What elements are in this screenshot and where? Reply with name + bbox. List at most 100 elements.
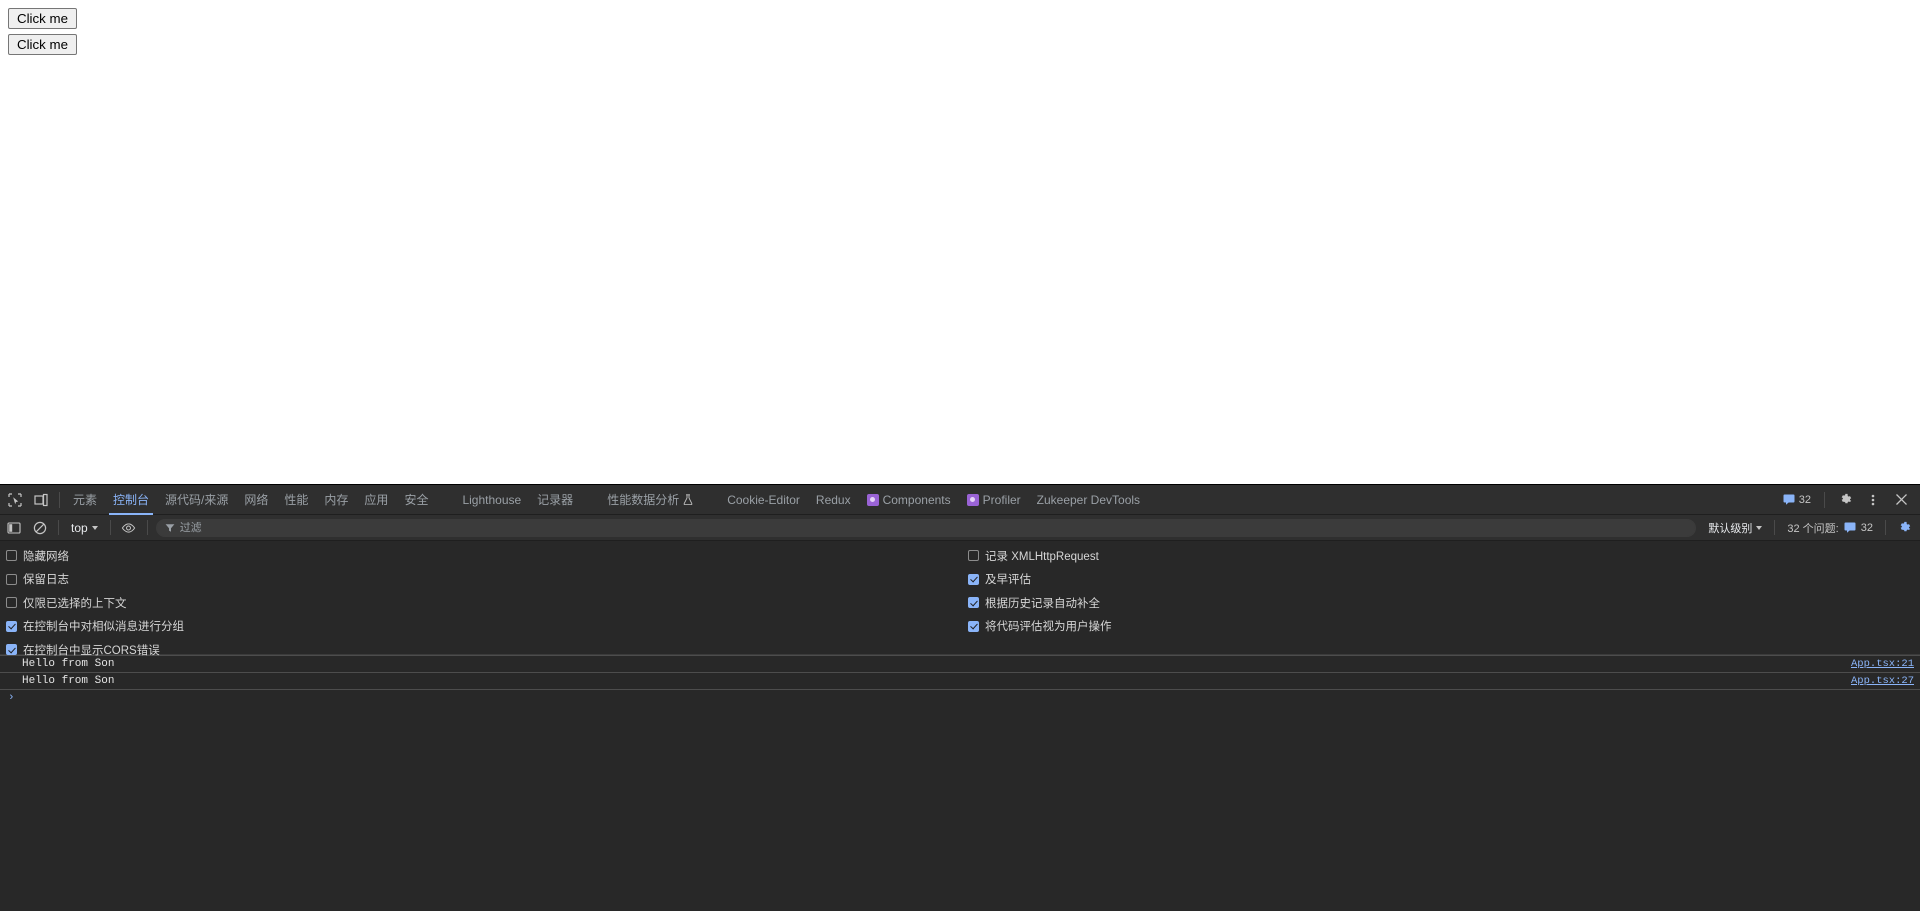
setting-hide-network[interactable]: 隐藏网络	[6, 544, 184, 568]
tabbar-right-controls: 32	[1777, 487, 1920, 513]
checkbox[interactable]	[968, 597, 979, 609]
tab-zukeeper-devtools[interactable]: Zukeeper DevTools	[1029, 485, 1148, 515]
devtools-panel: 元素 控制台 源代码/来源 网络 性能 内存 应用 安全 Lighthouse …	[0, 484, 1920, 911]
toolbar-divider-3	[146, 520, 148, 535]
tab-console[interactable]: 控制台	[105, 485, 157, 515]
more-options-icon[interactable]	[1860, 487, 1886, 513]
console-message-text: Hello from Son	[22, 675, 115, 687]
console-toolbar: top 默认级别 32 个问题:	[0, 515, 1920, 541]
message-icon	[1783, 494, 1795, 505]
tab-security[interactable]: 安全	[396, 485, 436, 515]
tab-redux[interactable]: Redux	[808, 485, 859, 515]
tab-lighthouse[interactable]: Lighthouse	[454, 485, 529, 515]
setting-selected-context-only[interactable]: 仅限已选择的上下文	[6, 591, 184, 615]
toolbar-divider-1	[58, 520, 59, 535]
settings-column-right: 记录 XMLHttpRequest 及早评估 根据历史记录自动补全 将代码评估视…	[968, 544, 1112, 638]
tabbar-right-divider	[1824, 491, 1825, 508]
tab-label: 元素	[73, 492, 98, 507]
tab-label: 记录器	[537, 492, 574, 507]
checkbox[interactable]	[6, 573, 17, 585]
tab-label: 应用	[364, 492, 389, 507]
tab-label: Profiler	[982, 492, 1021, 507]
checkbox[interactable]	[6, 550, 17, 562]
chevron-down-icon	[1756, 525, 1763, 530]
context-label: top	[71, 520, 88, 535]
tab-label: 安全	[404, 492, 429, 507]
setting-label: 将代码评估视为用户操作	[985, 621, 1112, 634]
extension-icon	[866, 493, 879, 506]
console-message-row[interactable]: Hello from Son App.tsx:27	[0, 672, 1920, 689]
log-level-label: 默认级别	[1708, 522, 1753, 535]
setting-show-cors-errors[interactable]: 在控制台中显示CORS错误	[6, 638, 184, 662]
tab-label: Cookie-Editor	[727, 492, 800, 507]
toolbar-divider-2	[109, 520, 111, 535]
checkbox[interactable]	[6, 620, 17, 632]
tab-cookie-editor[interactable]: Cookie-Editor	[719, 485, 808, 515]
tab-label: 内存	[324, 492, 349, 507]
toolbar-divider-5	[1885, 520, 1886, 535]
execution-context-selector[interactable]: top	[65, 518, 104, 538]
console-filter-input[interactable]	[179, 521, 1688, 534]
issues-count: 32	[1798, 493, 1811, 506]
devtools-tabbar: 元素 控制台 源代码/来源 网络 性能 内存 应用 安全 Lighthouse …	[0, 485, 1920, 515]
setting-label: 根据历史记录自动补全	[985, 597, 1100, 610]
setting-eager-evaluation[interactable]: 及早评估	[968, 568, 1112, 592]
tab-performance[interactable]: 性能	[276, 485, 316, 515]
console-filter-box[interactable]	[155, 518, 1697, 537]
click-me-button-1[interactable]: Click me	[8, 8, 77, 29]
setting-label: 在控制台中对相似消息进行分组	[23, 621, 184, 634]
tab-components[interactable]: Components	[859, 485, 959, 515]
tab-profiler[interactable]: Profiler	[959, 485, 1029, 515]
checkbox[interactable]	[968, 550, 979, 562]
console-sidebar-toggle-icon[interactable]	[2, 517, 26, 539]
console-settings-gear-icon[interactable]	[1892, 517, 1916, 539]
page-button-group: Click me Click me	[0, 0, 1920, 55]
checkbox[interactable]	[6, 597, 17, 609]
tab-label: 性能	[284, 492, 309, 507]
page-viewport: Click me Click me	[0, 0, 1920, 484]
tab-elements[interactable]: 元素	[65, 485, 105, 515]
clear-console-icon[interactable]	[28, 517, 52, 539]
tab-sources[interactable]: 源代码/来源	[157, 485, 236, 515]
tab-label: 性能数据分析	[607, 492, 680, 507]
issues-badge[interactable]: 32	[1777, 494, 1817, 506]
setting-label: 在控制台中显示CORS错误	[23, 644, 160, 657]
tab-application[interactable]: 应用	[356, 485, 396, 515]
filter-icon	[165, 523, 175, 533]
setting-label: 仅限已选择的上下文	[23, 597, 127, 610]
log-level-selector[interactable]: 默认级别	[1702, 520, 1768, 536]
console-message-list: Hello from Son App.tsx:21 Hello from Son…	[0, 655, 1920, 706]
extension-icon	[966, 493, 979, 506]
checkbox[interactable]	[968, 620, 979, 632]
setting-preserve-log[interactable]: 保留日志	[6, 568, 184, 592]
console-prompt[interactable]: ›	[0, 689, 1920, 706]
inspect-element-icon[interactable]	[2, 487, 28, 513]
console-message-text: Hello from Son	[22, 658, 115, 670]
settings-column-left: 隐藏网络 保留日志 仅限已选择的上下文 在控制台中对相似消息进行分组 在控制台中…	[6, 544, 184, 662]
tab-label: Lighthouse	[462, 492, 522, 507]
click-me-button-2[interactable]: Click me	[8, 34, 77, 55]
tab-performance-insights[interactable]: 性能数据分析	[599, 485, 701, 515]
gear-icon[interactable]	[1832, 487, 1858, 513]
tab-label: 网络	[244, 492, 269, 507]
tab-network[interactable]: 网络	[236, 485, 276, 515]
setting-label: 隐藏网络	[23, 550, 69, 563]
console-message-source-link[interactable]: App.tsx:21	[1851, 658, 1914, 670]
close-icon[interactable]	[1888, 487, 1914, 513]
console-message-source-link[interactable]: App.tsx:27	[1851, 675, 1914, 687]
setting-autocomplete-from-history[interactable]: 根据历史记录自动补全	[968, 591, 1112, 615]
console-message-row[interactable]: Hello from Son App.tsx:21	[0, 655, 1920, 672]
tab-recorder[interactable]: 记录器	[529, 485, 581, 515]
checkbox[interactable]	[6, 644, 17, 656]
setting-group-similar[interactable]: 在控制台中对相似消息进行分组	[6, 615, 184, 639]
device-toolbar-icon[interactable]	[28, 487, 54, 513]
setting-evaluate-as-user-action[interactable]: 将代码评估视为用户操作	[968, 615, 1112, 639]
live-expression-eye-icon[interactable]	[117, 517, 141, 539]
tab-memory[interactable]: 内存	[316, 485, 356, 515]
console-issues-link[interactable]: 32 个问题: 32	[1781, 520, 1879, 536]
setting-log-xmlhttprequest[interactable]: 记录 XMLHttpRequest	[968, 544, 1112, 568]
checkbox[interactable]	[968, 573, 979, 585]
tab-label: 源代码/来源	[165, 492, 229, 507]
tab-label: Redux	[815, 492, 851, 507]
issues-label: 32 个问题:	[1787, 522, 1839, 535]
